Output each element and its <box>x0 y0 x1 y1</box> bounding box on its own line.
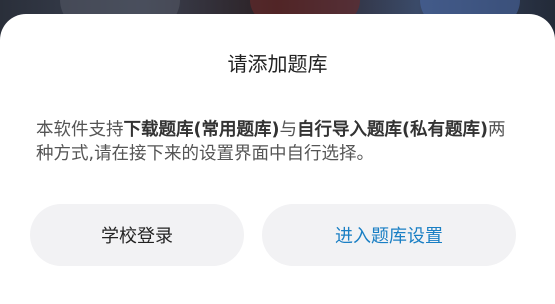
message-text: 本软件支持 <box>36 120 124 140</box>
message-emphasis-download: 下载题库(常用题库) <box>123 120 280 140</box>
school-login-button[interactable]: 学校登录 <box>30 204 244 266</box>
message-text: 与 <box>279 120 298 140</box>
dialog-title: 请添加题库 <box>227 52 328 76</box>
question-bank-settings-button[interactable]: 进入题库设置 <box>262 204 516 266</box>
dialog-message: 本软件支持下载题库(常用题库)与自行导入题库(私有题库)两种方式,请在接下来的设… <box>36 118 520 166</box>
add-question-bank-dialog: 请添加题库 本软件支持下载题库(常用题库)与自行导入题库(私有题库)两种方式,请… <box>0 14 555 304</box>
message-emphasis-import: 自行导入题库(私有题库) <box>297 120 488 140</box>
